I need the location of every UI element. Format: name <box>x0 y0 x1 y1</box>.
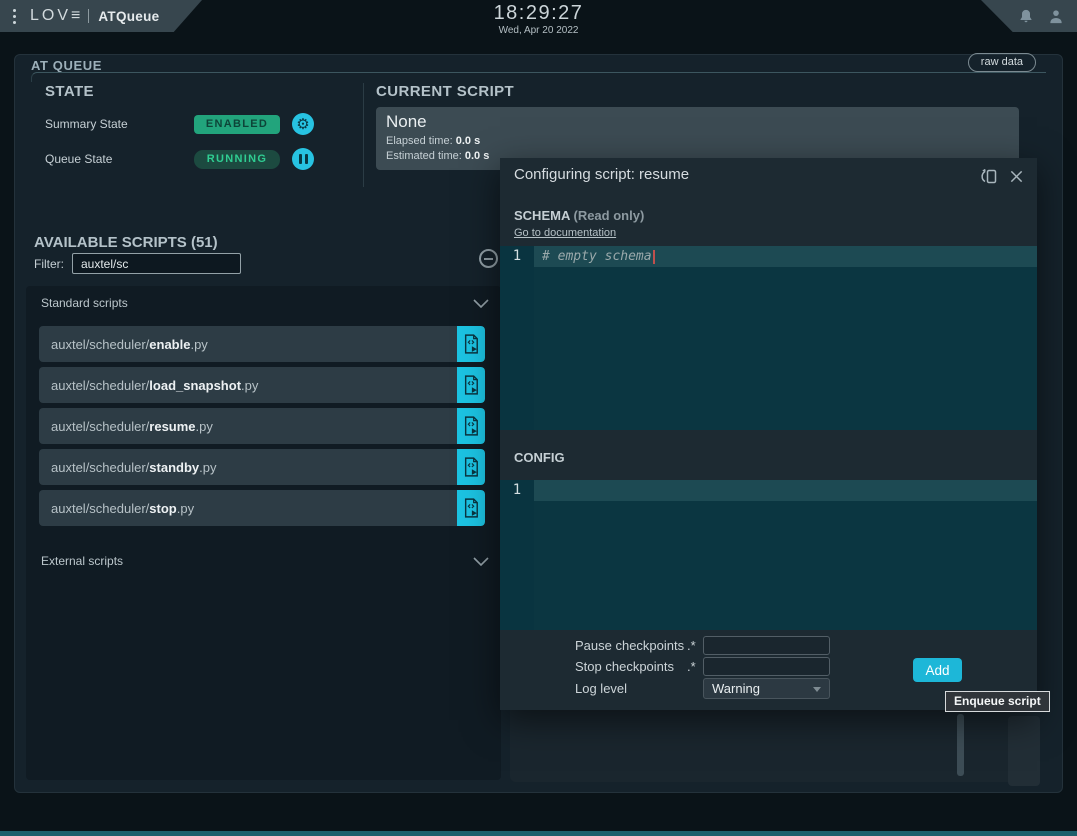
modal-actions <box>980 167 1025 185</box>
documentation-link[interactable]: Go to documentation <box>514 227 616 239</box>
script-list-item[interactable]: auxtel/scheduler/enable.py <box>39 326 485 362</box>
script-list: auxtel/scheduler/enable.py auxtel/schedu… <box>39 326 485 531</box>
queue-state-badge: RUNNING <box>194 150 280 169</box>
elapsed-time-label: Elapsed time: <box>386 135 453 147</box>
pause-checkpoints-label: Pause checkpoints <box>575 638 687 653</box>
stop-checkpoints-label: Stop checkpoints <box>575 659 687 674</box>
script-launch-icon <box>463 334 479 354</box>
external-scripts-label: External scripts <box>41 554 123 568</box>
schema-editor[interactable]: 1 # empty schema <box>500 246 1037 430</box>
launch-script-button[interactable] <box>457 449 485 485</box>
state-section: STATE Summary State ENABLED ⚙ Queue Stat… <box>45 83 363 170</box>
schema-code: # empty schema <box>542 249 652 264</box>
log-level-value: Warning <box>712 681 760 696</box>
summary-state-row: Summary State ENABLED ⚙ <box>45 113 363 135</box>
chevron-down-icon[interactable] <box>473 557 489 566</box>
standard-scripts-header[interactable]: Standard scripts <box>41 296 489 310</box>
line-number: 1 <box>500 480 534 501</box>
external-scripts-header[interactable]: External scripts <box>41 554 489 568</box>
script-path: auxtel/scheduler/load_snapshot.py <box>39 378 258 393</box>
script-path: auxtel/scheduler/resume.py <box>39 419 213 434</box>
screen: LOV≡ ATQueue 18:29:27 Wed, Apr 20 2022 <box>0 0 1077 836</box>
summary-state-label: Summary State <box>45 117 194 131</box>
current-script-name: None <box>386 112 1009 132</box>
scrollbar[interactable] <box>957 714 964 776</box>
schema-readonly-label: (Read only) <box>573 208 644 223</box>
script-path: auxtel/scheduler/enable.py <box>39 337 208 352</box>
add-button[interactable]: Add <box>913 658 962 682</box>
script-path: auxtel/scheduler/standby.py <box>39 460 216 475</box>
text-caret <box>653 250 655 264</box>
raw-data-button[interactable]: raw data <box>968 53 1036 72</box>
queue-panel-edge <box>1008 716 1040 786</box>
clock-time: 18:29:27 <box>0 2 1077 25</box>
detach-window-icon[interactable] <box>980 167 998 185</box>
log-level-select[interactable]: Warning <box>703 678 830 699</box>
script-list-item[interactable]: auxtel/scheduler/resume.py <box>39 408 485 444</box>
enqueue-script-tooltip: Enqueue script <box>945 691 1050 712</box>
script-launch-icon <box>463 457 479 477</box>
config-editor[interactable]: 1 <box>500 480 1037 630</box>
pause-checkpoints-suffix: .* <box>687 638 703 653</box>
scripts-panel: Standard scripts auxtel/scheduler/enable… <box>26 286 501 780</box>
script-path: auxtel/scheduler/stop.py <box>39 501 194 516</box>
pause-icon <box>299 154 308 164</box>
script-config-form: Pause checkpoints .* Stop checkpoints .*… <box>575 636 830 699</box>
filter-label: Filter: <box>34 257 64 271</box>
launch-script-button[interactable] <box>457 326 485 362</box>
estimated-time-label: Estimated time: <box>386 150 462 162</box>
schema-title: SCHEMA (Read only) <box>514 208 644 223</box>
queue-state-row: Queue State RUNNING <box>45 148 363 170</box>
pause-queue-button[interactable] <box>292 148 314 170</box>
close-icon[interactable] <box>1007 167 1025 185</box>
script-launch-icon <box>463 498 479 518</box>
current-script-section: CURRENT SCRIPT None Elapsed time: 0.0 s … <box>376 83 1021 170</box>
footer-accent-bar <box>0 831 1077 836</box>
chevron-down-icon[interactable] <box>473 299 489 308</box>
clock: 18:29:27 Wed, Apr 20 2022 <box>0 2 1077 36</box>
panel-divider <box>31 72 1046 82</box>
config-editor-gutter: 1 <box>500 480 534 630</box>
script-list-item[interactable]: auxtel/scheduler/stop.py <box>39 490 485 526</box>
filter-input[interactable] <box>72 253 241 274</box>
script-list-item[interactable]: auxtel/scheduler/load_snapshot.py <box>39 367 485 403</box>
modal-title: Configuring script: resume <box>514 166 689 183</box>
launch-script-button[interactable] <box>457 408 485 444</box>
current-script-title: CURRENT SCRIPT <box>376 83 1021 100</box>
summary-state-badge: ENABLED <box>194 115 280 134</box>
schema-active-line: # empty schema <box>534 246 1037 267</box>
queue-state-label: Queue State <box>45 152 194 166</box>
launch-script-button[interactable] <box>457 490 485 526</box>
elapsed-time-value: 0.0 s <box>456 135 480 147</box>
chevron-down-icon <box>813 687 821 692</box>
config-title: CONFIG <box>514 450 565 465</box>
clock-date: Wed, Apr 20 2022 <box>0 25 1077 36</box>
notifications-bell-icon[interactable] <box>1017 8 1034 25</box>
panel-title: AT QUEUE <box>31 58 102 73</box>
filter-row: Filter: <box>34 253 241 274</box>
stop-checkpoints-suffix: .* <box>687 659 703 674</box>
user-icon[interactable] <box>1047 8 1064 25</box>
available-scripts-title: AVAILABLE SCRIPTS (51) <box>34 234 218 251</box>
launch-script-button[interactable] <box>457 367 485 403</box>
log-level-label: Log level <box>575 681 687 696</box>
line-number: 1 <box>500 246 534 267</box>
pause-checkpoints-input[interactable] <box>703 636 830 655</box>
script-launch-icon <box>463 416 479 436</box>
gear-icon: ⚙ <box>296 117 309 132</box>
config-active-line <box>534 480 1037 501</box>
stop-checkpoints-input[interactable] <box>703 657 830 676</box>
configure-script-modal: Configuring script: resume SCHEMA (Read … <box>500 158 1037 710</box>
standard-scripts-label: Standard scripts <box>41 296 128 310</box>
elapsed-time: Elapsed time: 0.0 s <box>386 135 1009 147</box>
estimated-time-value: 0.0 s <box>465 150 489 162</box>
schema-editor-gutter: 1 <box>500 246 534 430</box>
collapse-available-scripts-icon[interactable] <box>479 249 498 268</box>
state-title: STATE <box>45 83 363 100</box>
summary-state-settings-button[interactable]: ⚙ <box>292 113 314 135</box>
state-current-divider <box>363 83 364 187</box>
script-list-item[interactable]: auxtel/scheduler/standby.py <box>39 449 485 485</box>
topbar: LOV≡ ATQueue 18:29:27 Wed, Apr 20 2022 <box>0 0 1077 34</box>
script-launch-icon <box>463 375 479 395</box>
